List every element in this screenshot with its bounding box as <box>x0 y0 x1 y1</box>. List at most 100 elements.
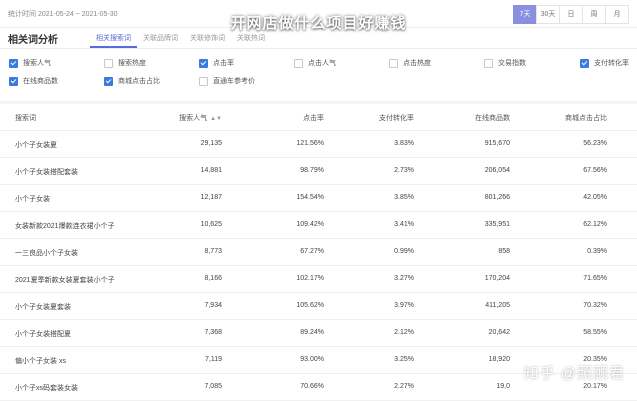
filter-click-rate[interactable]: 点击率 <box>199 58 234 68</box>
table-row[interactable]: 小个子女装搭配夏 7,368 89.24% 2.12% 20,642 58.55% <box>0 320 637 347</box>
online-products-cell: 18,920 <box>488 356 510 363</box>
click-rate-cell: 154.54% <box>296 194 324 201</box>
click-rate-cell: 121.56% <box>296 140 324 147</box>
online-products-cell: 915,670 <box>484 140 510 147</box>
mall-click-share-cell: 56.23% <box>583 140 607 147</box>
header-online-products[interactable]: 在线商品数 <box>475 113 510 123</box>
search-popularity-cell: 8,166 <box>204 275 222 282</box>
search-popularity-cell: 7,085 <box>204 383 222 390</box>
keyword-cell: 偏小个子女装 xs <box>15 358 66 365</box>
online-products-cell: 170,204 <box>484 275 510 282</box>
sort-icon[interactable]: ▲▼ <box>210 116 222 122</box>
filter-ztc-price[interactable]: 直通车参考价 <box>199 76 255 86</box>
checkbox-icon[interactable] <box>104 76 113 86</box>
click-rate-cell: 105.62% <box>296 302 324 309</box>
checkbox-icon[interactable] <box>104 58 113 68</box>
checkbox-icon[interactable] <box>580 58 589 68</box>
keyword-cell: 小个子女装搭配套装 <box>15 169 78 176</box>
click-rate-cell: 98.79% <box>300 167 324 174</box>
filter-online-products[interactable]: 在线商品数 <box>9 76 58 86</box>
table-body: 小个子女装夏 29,135 121.56% 3.83% 915,670 56.23% 小个子… <box>0 131 637 401</box>
filter-click-popularity[interactable]: 点击人气 <box>294 58 336 68</box>
pay-conversion-cell: 3.97% <box>394 302 414 309</box>
pay-conversion-cell: 3.85% <box>394 194 414 201</box>
search-popularity-cell: 29,135 <box>200 140 222 147</box>
filter-pay-conversion[interactable]: 支付转化率 <box>580 58 629 68</box>
search-popularity-cell: 7,368 <box>204 329 222 336</box>
mall-click-share-cell: 70.32% <box>583 302 607 309</box>
table-header: 搜索词 搜索人气 ▲▼ 点击率 支付转化率 在线商品数 商城点击占比 <box>0 104 637 131</box>
online-products-cell: 801,266 <box>484 194 510 201</box>
mall-click-share-cell: 0.39% <box>587 248 607 255</box>
header-mall-click-share[interactable]: 商城点击占比 <box>565 113 607 123</box>
online-products-cell: 411,205 <box>485 302 510 309</box>
pay-conversion-cell: 3.25% <box>394 356 414 363</box>
keyword-cell: 小个子女装 <box>15 196 50 203</box>
keyword-cell: 小个子女装夏 <box>15 142 57 149</box>
header-keyword: 搜索词 <box>15 115 36 122</box>
mall-click-share-cell: 58.55% <box>583 329 607 336</box>
pay-conversion-cell: 0.99% <box>394 248 414 255</box>
mall-click-share-cell: 62.12% <box>583 221 607 228</box>
online-products-cell: 206,054 <box>484 167 510 174</box>
keyword-cell: 小个子女装搭配夏 <box>15 331 71 338</box>
keyword-cell: 一三良品小个子女装 <box>15 250 78 257</box>
search-popularity-cell: 12,187 <box>200 194 222 201</box>
table-row[interactable]: 2021夏季新款女装夏套装小个子 8,166 102.17% 3.27% 170,204… <box>0 266 637 293</box>
online-products-cell: 858 <box>498 248 510 255</box>
header-search-popularity[interactable]: 搜索人气 ▲▼ <box>179 113 222 123</box>
click-rate-cell: 67.27% <box>300 248 324 255</box>
pay-conversion-cell: 3.27% <box>394 275 414 282</box>
table-row[interactable]: 小个子女装夏套装 7,934 105.62% 3.97% 411,205 70.32% <box>0 293 637 320</box>
online-products-cell: 19,0 <box>496 383 510 390</box>
filter-mall-click-share[interactable]: 商城点击占比 <box>104 76 160 86</box>
keyword-cell: 2021夏季新款女装夏套装小个子 <box>15 277 115 284</box>
pay-conversion-cell: 2.27% <box>394 383 414 390</box>
overlay-title: 开网店做什么项目好赚钱 <box>230 15 407 32</box>
keyword-table: 搜索词 搜索人气 ▲▼ 点击率 支付转化率 在线商品数 商城点击占比 小个子女装夏… <box>0 104 637 401</box>
table-row[interactable]: 小个子女装夏 29,135 121.56% 3.83% 915,670 56.23% <box>0 131 637 158</box>
mall-click-share-cell: 20.17% <box>583 383 607 390</box>
section-title: 相关词分析 <box>8 35 58 46</box>
filter-search-heat[interactable]: 搜索热度 <box>104 58 146 68</box>
header-pay-conversion[interactable]: 支付转化率 <box>379 113 414 123</box>
online-products-cell: 335,951 <box>484 221 510 228</box>
keyword-cell: 女装新款2021爆款连衣裙小个子 <box>15 223 115 230</box>
filter-trade-index[interactable]: 交易指数 <box>484 58 526 68</box>
checkbox-icon[interactable] <box>484 58 493 68</box>
keyword-cell: 小个子女装夏套装 <box>15 304 71 311</box>
pay-conversion-cell: 2.73% <box>394 167 414 174</box>
click-rate-cell: 93.00% <box>300 356 324 363</box>
metric-filters: 搜索人气 搜索热度 点击率 点击人气 点击热度 交易指数 支付转化率 在线商品数… <box>0 49 637 102</box>
pay-conversion-cell: 3.83% <box>394 140 414 147</box>
pay-conversion-cell: 3.41% <box>394 221 414 228</box>
table-row[interactable]: 小个子女装 12,187 154.54% 3.85% 801,266 42.05% <box>0 185 637 212</box>
search-popularity-cell: 7,934 <box>204 302 222 309</box>
checkbox-icon[interactable] <box>389 58 398 68</box>
click-rate-cell: 102.17% <box>296 275 324 282</box>
filter-search-popularity[interactable]: 搜索人气 <box>9 58 51 68</box>
click-rate-cell: 70.66% <box>300 383 324 390</box>
mall-click-share-cell: 42.05% <box>583 194 607 201</box>
checkbox-icon[interactable] <box>199 58 208 68</box>
checkbox-icon[interactable] <box>294 58 303 68</box>
table-row[interactable]: 小个子女装搭配套装 14,881 98.79% 2.73% 206,054 67.56% <box>0 158 637 185</box>
watermark: 知乎 @照顾君 <box>523 365 625 382</box>
header-click-rate[interactable]: 点击率 <box>303 113 324 123</box>
checkbox-icon[interactable] <box>9 76 18 86</box>
checkbox-icon[interactable] <box>9 58 18 68</box>
filter-click-heat[interactable]: 点击热度 <box>389 58 431 68</box>
pay-conversion-cell: 2.12% <box>394 329 414 336</box>
mall-click-share-cell: 67.56% <box>583 167 607 174</box>
search-popularity-cell: 10,625 <box>200 221 222 228</box>
keyword-cell: 小个子xs码套装女装 <box>15 385 78 392</box>
search-popularity-cell: 7,119 <box>205 356 222 363</box>
checkbox-icon[interactable] <box>199 76 208 86</box>
table-row[interactable]: 女装新款2021爆款连衣裙小个子 10,625 109.42% 3.41% 335,95… <box>0 212 637 239</box>
search-popularity-cell: 14,881 <box>200 167 222 174</box>
search-popularity-cell: 8,773 <box>204 248 222 255</box>
click-rate-cell: 109.42% <box>296 221 324 228</box>
mall-click-share-cell: 71.65% <box>583 275 607 282</box>
table-row[interactable]: 一三良品小个子女装 8,773 67.27% 0.99% 858 0.39% <box>0 239 637 266</box>
click-rate-cell: 89.24% <box>300 329 324 336</box>
